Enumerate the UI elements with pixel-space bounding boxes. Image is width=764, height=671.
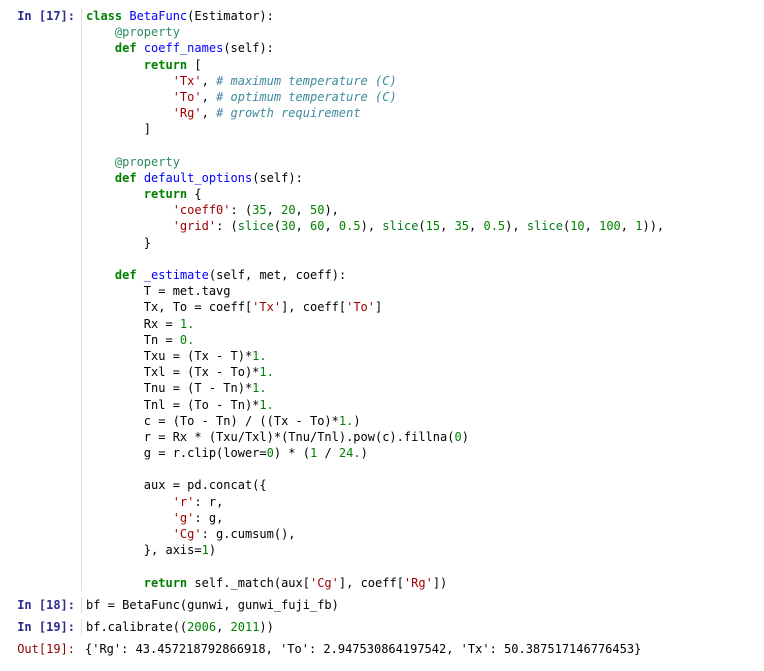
c19-suffix: )) <box>259 620 273 634</box>
cell-18: In [18]: bf = BetaFunc(gunwi, gunwi_fuji… <box>0 597 764 613</box>
code-18[interactable]: bf = BetaFunc(gunwi, gunwi_fuji_fb) <box>81 597 764 613</box>
prompt-in-18: In [18]: <box>0 597 81 613</box>
self2: self <box>259 171 288 185</box>
prompt-in-19: In [19]: <box>0 619 81 635</box>
kw-def2: def <box>115 171 137 185</box>
str-coeff0: 'coeff0' <box>173 203 231 217</box>
prompt-in-17: In [17]: <box>0 8 81 591</box>
kw-def1: def <box>115 41 137 55</box>
n0c: 0 <box>267 446 274 460</box>
kw-return1: return <box>144 58 187 72</box>
str-Rg: 'Rg' <box>173 106 202 120</box>
comment-Rg: # growth requirement <box>216 106 361 120</box>
fn-estimate: _estimate <box>144 268 209 282</box>
n1b: 1. <box>180 317 194 331</box>
n2006: 2006 <box>187 620 216 634</box>
slice1: slice <box>238 219 274 233</box>
n60: 60 <box>310 219 324 233</box>
n1h: 1 <box>310 446 317 460</box>
slice3: slice <box>527 219 563 233</box>
str-Cg: 'Cg' <box>173 527 202 541</box>
n1e: 1. <box>252 381 266 395</box>
code-17[interactable]: class BetaFunc(Estimator): @property def… <box>81 8 764 591</box>
n05a: 0.5 <box>339 219 361 233</box>
c19-prefix: bf.calibrate(( <box>86 620 187 634</box>
line-18: bf = BetaFunc(gunwi, gunwi_fuji_fb) <box>86 598 339 612</box>
coeff-Tx: 'Tx' <box>252 300 281 314</box>
n1c: 1. <box>252 349 266 363</box>
n30: 30 <box>281 219 295 233</box>
self3: self <box>216 268 245 282</box>
n0: 0. <box>180 333 194 347</box>
str-g: 'g' <box>173 511 195 525</box>
aux-Cg: 'Cg' <box>310 576 339 590</box>
coeff-To: 'To' <box>346 300 375 314</box>
n10: 10 <box>570 219 584 233</box>
str-To: 'To' <box>173 90 202 104</box>
n35b: 35 <box>455 219 469 233</box>
n1a: 1 <box>635 219 642 233</box>
str-r: 'r' <box>173 495 195 509</box>
kw-class: class <box>86 9 122 23</box>
cell-19: In [19]: bf.calibrate((2006, 2011)) <box>0 619 764 635</box>
n1d: 1. <box>259 365 273 379</box>
n50: 50 <box>310 203 324 217</box>
fn-default-options: default_options <box>144 171 252 185</box>
kw-return2: return <box>144 187 187 201</box>
fn-coeff-names: coeff_names <box>144 41 223 55</box>
coeff-Rg: 'Rg' <box>404 576 433 590</box>
n100: 100 <box>599 219 621 233</box>
n1g: 1. <box>339 414 353 428</box>
str-grid: 'grid' <box>173 219 216 233</box>
n05b: 0.5 <box>483 219 505 233</box>
kw-def3: def <box>115 268 137 282</box>
decorator-property-1: @property <box>115 25 180 39</box>
code-19[interactable]: bf.calibrate((2006, 2011)) <box>81 619 764 635</box>
str-Tx: 'Tx' <box>173 74 202 88</box>
n2011: 2011 <box>231 620 260 634</box>
n24: 24. <box>339 446 361 460</box>
n15: 15 <box>426 219 440 233</box>
decorator-property-2: @property <box>115 155 180 169</box>
cell-17: In [17]: class BetaFunc(Estimator): @pro… <box>0 8 764 591</box>
class-name: BetaFunc <box>129 9 187 23</box>
comment-Tx: # maximum temperature (C) <box>216 74 397 88</box>
line-T: T = met.tavg <box>144 284 231 298</box>
n20: 20 <box>281 203 295 217</box>
n35: 35 <box>252 203 266 217</box>
slice2: slice <box>382 219 418 233</box>
kw-return3: return <box>144 576 187 590</box>
base-class: Estimator <box>194 9 259 23</box>
arg-coeff: coeff <box>296 268 332 282</box>
self1: self <box>231 41 260 55</box>
comment-To: # optimum temperature (C) <box>216 90 397 104</box>
n0b: 0 <box>454 430 461 444</box>
n1i: 1 <box>202 543 209 557</box>
arg-met: met <box>259 268 281 282</box>
n1f: 1. <box>259 398 273 412</box>
